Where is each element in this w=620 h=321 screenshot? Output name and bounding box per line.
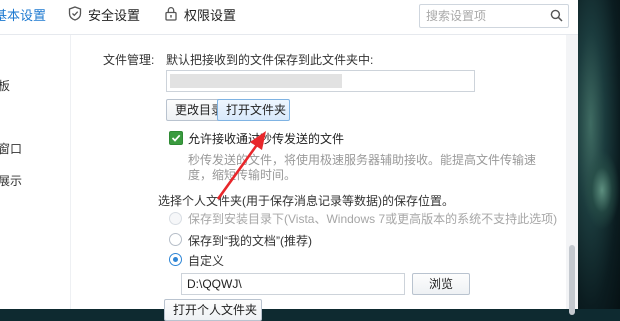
open-folder-button[interactable]: 打开文件夹 [217, 99, 290, 121]
sidebar-item-panel[interactable]: 板 [0, 77, 10, 94]
instant-send-checkbox[interactable] [169, 131, 183, 145]
personal-folder-prompt: 选择个人文件夹(用于保存消息记录等数据)的保存位置。 [158, 194, 454, 208]
tab-basic-settings[interactable]: 基本设置 [0, 0, 46, 32]
radio-install-dir [169, 212, 182, 225]
search-placeholder: 搜索设置项 [426, 9, 487, 23]
instant-send-desc-line2: 度，缩短传输时间。 [188, 168, 297, 182]
settings-content: 文件管理: 默认把接收到的文件保存到此文件夹中: 更改目录 打开文件夹 允许接收… [71, 35, 566, 321]
instant-send-label[interactable]: 允许接收通过秒传发送的文件 [188, 130, 344, 147]
sidebar: 板 窗口 展示 [0, 35, 71, 309]
radio-custom[interactable] [169, 253, 182, 266]
lock-icon [164, 1, 178, 33]
radio-install-dir-label: 保存到安装目录下(Vista、Windows 7或更高版本的系统不支持此选项) [188, 212, 558, 226]
tab-security-settings[interactable]: 安全设置 [68, 0, 140, 32]
custom-path-value: D:\QQWJ\ [187, 277, 242, 291]
tab-permission-label: 权限设置 [184, 8, 237, 23]
receive-folder-path [166, 70, 475, 92]
radio-custom-label[interactable]: 自定义 [188, 252, 224, 269]
tab-basic-label: 基本设置 [0, 8, 47, 23]
scrollbar-thumb[interactable] [569, 245, 575, 315]
redacted-path [170, 74, 342, 88]
open-personal-folder-button[interactable]: 打开个人文件夹 [164, 299, 262, 321]
radio-my-documents[interactable] [169, 233, 182, 246]
tab-security-label: 安全设置 [88, 8, 141, 23]
sidebar-item-window[interactable]: 窗口 [0, 140, 22, 157]
browse-button[interactable]: 浏览 [412, 273, 470, 295]
radio-my-documents-label[interactable]: 保存到“我的文档”(推荐) [188, 232, 312, 249]
custom-path-input[interactable]: D:\QQWJ\ [181, 273, 405, 295]
desktop-background [578, 0, 620, 309]
tab-bar: 基本设置 安全设置 权限设置 搜索设置项 [0, 0, 578, 35]
search-icon[interactable] [550, 9, 563, 25]
sidebar-item-display[interactable]: 展示 [0, 172, 22, 189]
scrollbar[interactable] [566, 35, 578, 315]
tab-permission-settings[interactable]: 权限设置 [164, 0, 236, 32]
file-management-label: 文件管理: [103, 53, 155, 67]
shield-icon [68, 1, 82, 33]
settings-window: 基本设置 安全设置 权限设置 搜索设置项 板 窗口 展示 文件管理: 默认把接收… [0, 0, 578, 321]
save-folder-description: 默认把接收到的文件保存到此文件夹中: [166, 53, 374, 67]
search-input[interactable]: 搜索设置项 [419, 4, 569, 28]
